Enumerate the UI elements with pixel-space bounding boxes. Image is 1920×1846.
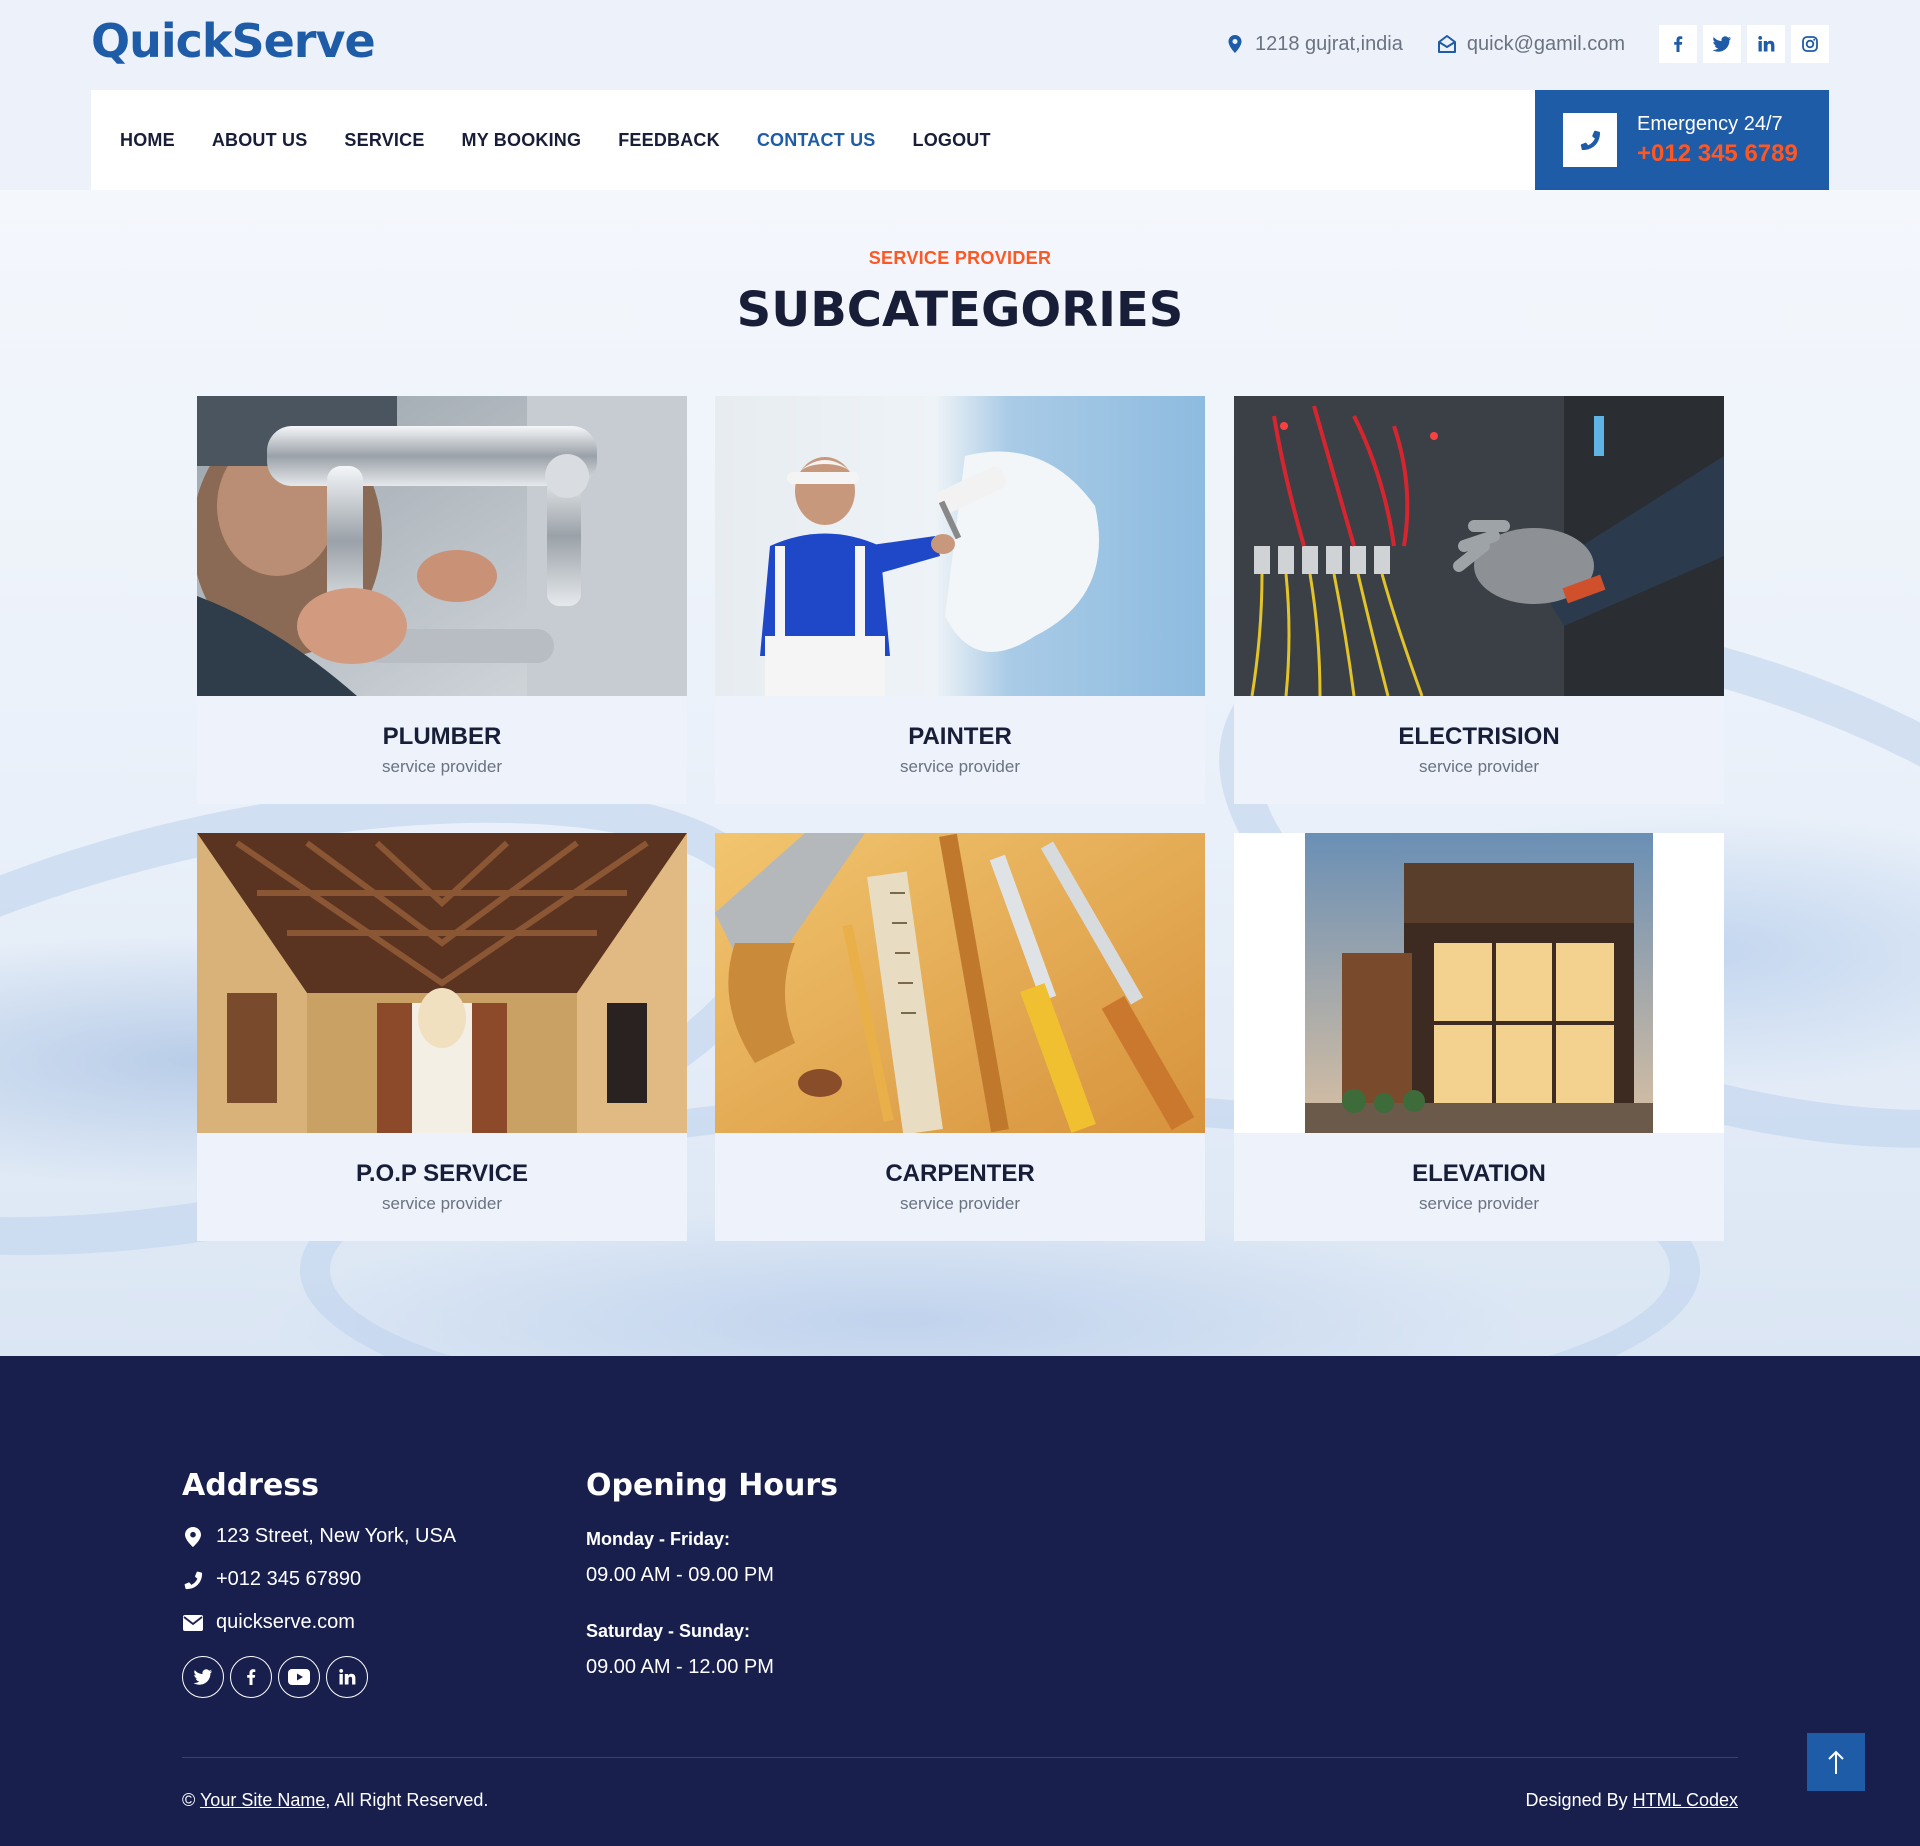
- location-info: 1218 gujrat,india: [1225, 33, 1403, 56]
- email-info: quick@gamil.com: [1437, 33, 1625, 56]
- section-title: SUBCATEGORIES: [736, 282, 1184, 338]
- nav-about-us[interactable]: ABOUT US: [212, 130, 308, 151]
- card-title: P.O.P SERVICE: [355, 1160, 529, 1187]
- instagram-icon[interactable]: [1791, 25, 1829, 63]
- nav-contact-us[interactable]: CONTACT US: [757, 130, 876, 151]
- linkedin-icon[interactable]: [1747, 25, 1785, 63]
- emergency-label: Emergency 24/7: [1637, 112, 1783, 135]
- facebook-icon[interactable]: [1659, 25, 1697, 63]
- plumber-photo: [197, 396, 687, 696]
- linkedin-icon[interactable]: [326, 1656, 368, 1698]
- brand-logo[interactable]: QuickServe: [91, 14, 376, 68]
- footer-address: Address 123 Street, New York, USA +012 3…: [182, 1468, 456, 1698]
- section-eyebrow: SERVICE PROVIDER: [868, 248, 1052, 268]
- envelope-open-icon: [1437, 34, 1457, 54]
- map-pin-icon: [1225, 34, 1245, 54]
- address-title: Address: [182, 1468, 320, 1503]
- contact-strip: 1218 gujrat,india quick@gamil.com: [1225, 24, 1829, 64]
- card-title: ELECTRISION: [1398, 723, 1560, 750]
- weekday-label: Monday - Friday:: [586, 1529, 731, 1549]
- emergency-contact[interactable]: Emergency 24/7 +012 345 6789: [1535, 90, 1829, 190]
- carpenter-tools-photo: [715, 833, 1205, 1133]
- designer-link[interactable]: HTML Codex: [1633, 1790, 1738, 1810]
- nav-feedback[interactable]: FEEDBACK: [618, 130, 720, 151]
- emergency-text: Emergency 24/7 +012 345 6789: [1637, 113, 1798, 168]
- subcategory-card-electrician[interactable]: ELECTRISION service provider: [1234, 396, 1724, 804]
- weekend-time: 09.00 AM - 12.00 PM: [586, 1656, 774, 1678]
- nav-my-booking[interactable]: MY BOOKING: [462, 130, 582, 151]
- phone-icon: [1563, 113, 1617, 167]
- designed-by-text: Designed By HTML Codex: [1526, 1790, 1738, 1811]
- footer: Address 123 Street, New York, USA +012 3…: [0, 1356, 1920, 1846]
- copyright-symbol: ©: [182, 1790, 196, 1810]
- card-subtitle: service provider: [900, 1194, 1020, 1213]
- card-subtitle: service provider: [382, 1194, 502, 1213]
- twitter-icon[interactable]: [1703, 25, 1741, 63]
- card-title: CARPENTER: [885, 1160, 1035, 1187]
- youtube-icon[interactable]: [278, 1656, 320, 1698]
- electrician-photo: [1234, 396, 1724, 696]
- twitter-icon[interactable]: [182, 1656, 224, 1698]
- location-text: 1218 gujrat,india: [1254, 32, 1403, 55]
- weekend-label: Saturday - Sunday:: [586, 1621, 751, 1641]
- elevation-storefront-photo: [1234, 833, 1724, 1133]
- hours-title: Opening Hours: [586, 1468, 838, 1503]
- facebook-icon[interactable]: [230, 1656, 272, 1698]
- subcategory-card-painter[interactable]: PAINTER service provider: [715, 396, 1205, 804]
- copyright-suffix: , All Right Reserved.: [325, 1790, 489, 1810]
- footer-opening-hours: Opening Hours Monday - Friday: 09.00 AM …: [586, 1468, 838, 1679]
- card-subtitle: service provider: [900, 757, 1020, 776]
- top-social-links: [1659, 25, 1829, 63]
- envelope-icon: [182, 1614, 204, 1631]
- email-text[interactable]: quick@gamil.com: [1467, 33, 1625, 56]
- nav-home[interactable]: HOME: [120, 130, 175, 151]
- address-phone-row: +012 345 67890: [182, 1568, 456, 1591]
- arrow-up-icon: [1828, 1750, 1844, 1774]
- subcategory-card-carpenter[interactable]: CARPENTER service provider: [715, 833, 1205, 1241]
- card-title: ELEVATION: [1412, 1160, 1546, 1187]
- designed-by-prefix: Designed By: [1525, 1790, 1628, 1810]
- address-email-row: quickserve.com: [182, 1611, 456, 1634]
- site-name-link[interactable]: Your Site Name: [200, 1790, 325, 1810]
- card-subtitle: service provider: [1419, 1194, 1539, 1213]
- address-email[interactable]: quickserve.com: [216, 1611, 355, 1634]
- nav-service[interactable]: SERVICE: [344, 130, 424, 151]
- painter-photo: [715, 396, 1205, 696]
- address-street-row: 123 Street, New York, USA: [182, 1525, 456, 1548]
- phone-icon: [182, 1570, 204, 1590]
- card-subtitle: service provider: [1419, 757, 1539, 776]
- subcategory-card-plumber[interactable]: PLUMBER service provider: [197, 396, 687, 804]
- card-subtitle: service provider: [382, 757, 502, 776]
- weekday-time: 09.00 AM - 09.00 PM: [586, 1564, 774, 1586]
- emergency-phone[interactable]: +012 345 6789: [1637, 140, 1798, 168]
- card-title: PAINTER: [908, 723, 1012, 750]
- card-title: PLUMBER: [382, 723, 502, 750]
- subcategory-card-pop-service[interactable]: P.O.P SERVICE service provider: [197, 833, 687, 1241]
- footer-divider: [182, 1757, 1738, 1758]
- address-street: 123 Street, New York, USA: [216, 1525, 457, 1547]
- pop-ceiling-photo: [197, 833, 687, 1133]
- topbar: QuickServe 1218 gujrat,india quick@gamil…: [0, 0, 1920, 190]
- back-to-top-button[interactable]: [1807, 1733, 1865, 1791]
- subcategory-card-elevation[interactable]: ELEVATION service provider: [1234, 833, 1724, 1241]
- nav-logout[interactable]: LOGOUT: [913, 130, 991, 151]
- footer-social-links: [182, 1656, 456, 1698]
- address-phone[interactable]: +012 345 67890: [216, 1568, 361, 1591]
- subcategories-section: SERVICE PROVIDER SUBCATEGORIES PLUMBER s…: [0, 190, 1920, 1356]
- copyright-text: © Your Site Name, All Right Reserved.: [182, 1790, 488, 1811]
- main-navbar: HOME ABOUT US SERVICE MY BOOKING FEEDBAC…: [91, 90, 1829, 190]
- map-pin-icon: [182, 1526, 204, 1547]
- nav-links: HOME ABOUT US SERVICE MY BOOKING FEEDBAC…: [120, 130, 1028, 151]
